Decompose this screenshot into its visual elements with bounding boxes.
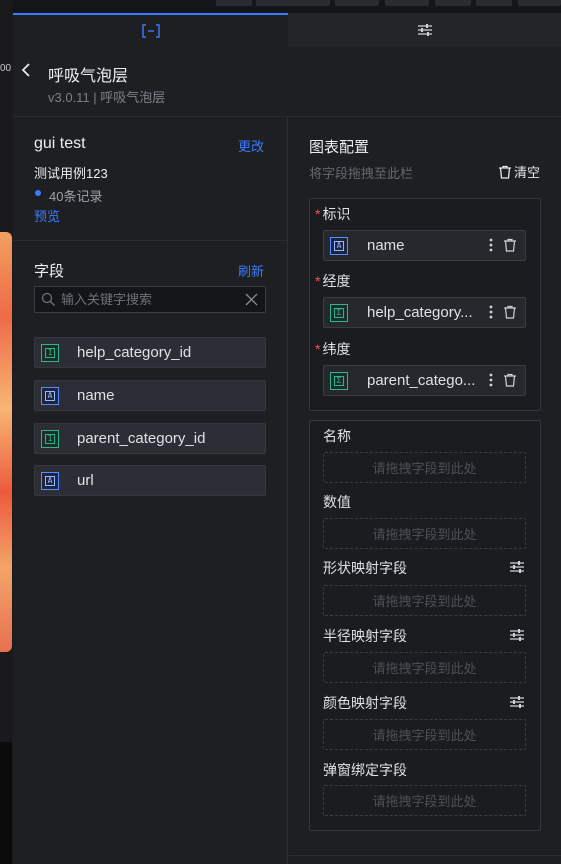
- filled-slot[interactable]: A name: [323, 230, 526, 261]
- settings-sliders-icon[interactable]: [509, 628, 525, 642]
- drop-zone[interactable]: 请拖拽字段到此处: [323, 785, 526, 816]
- canvas-preview-strip: 00: [0, 0, 13, 864]
- settings-sliders-icon[interactable]: [509, 695, 525, 709]
- sum-type-icon: Σ: [330, 372, 348, 390]
- dataset-name: gui test: [34, 135, 86, 152]
- field-item[interactable]: 1 parent_category_id: [34, 423, 266, 454]
- slot-label: * 纬度: [315, 339, 350, 359]
- fields-title: 字段: [34, 263, 65, 280]
- toolbar-button[interactable]: [518, 0, 561, 6]
- slot-label: 弹窗绑定字段: [323, 762, 407, 778]
- sum-type-icon: Σ: [330, 304, 348, 322]
- text-type-icon: A: [330, 237, 348, 255]
- filled-slot[interactable]: Σ parent_catego...: [323, 365, 526, 396]
- dataset-test-case: 测试用例123: [34, 166, 108, 181]
- field-name: url: [77, 472, 94, 489]
- drop-zone[interactable]: 请拖拽字段到此处: [323, 585, 526, 616]
- drop-zone[interactable]: 请拖拽字段到此处: [323, 518, 526, 549]
- tab-data[interactable]: [13, 13, 288, 47]
- toolbar-button[interactable]: [216, 0, 252, 6]
- toolbar-button[interactable]: [476, 0, 512, 6]
- filled-slot[interactable]: Σ help_category...: [323, 297, 526, 328]
- clear-config-button[interactable]: 清空: [498, 162, 540, 181]
- toolbar-button[interactable]: [335, 0, 379, 6]
- panel-tabs: [13, 13, 561, 47]
- toolbar-button[interactable]: [385, 0, 429, 6]
- clear-label: 清空: [514, 165, 541, 180]
- field-name: parent_category_id: [77, 430, 206, 447]
- slot-label: 颜色映射字段: [323, 695, 407, 711]
- slot-label: 半径映射字段: [323, 628, 407, 644]
- drop-zone[interactable]: 请拖拽字段到此处: [323, 452, 526, 483]
- field-item[interactable]: A url: [34, 465, 266, 496]
- slot-label: * 标识: [315, 204, 350, 224]
- slot-label-text: 纬度: [322, 341, 351, 357]
- toolbar-button[interactable]: [256, 0, 330, 6]
- refresh-fields-link[interactable]: 刷新: [238, 261, 264, 280]
- field-item[interactable]: A name: [34, 380, 266, 411]
- more-vertical-icon[interactable]: [486, 372, 496, 388]
- dataset-divider: [13, 240, 288, 241]
- slot-label: 形状映射字段: [323, 560, 407, 576]
- drop-zone[interactable]: 请拖拽字段到此处: [323, 719, 526, 750]
- more-vertical-icon[interactable]: [486, 304, 496, 320]
- canvas-label: 00: [0, 63, 12, 74]
- slot-label-text: 经度: [322, 273, 351, 289]
- number-type-icon: 1: [41, 344, 59, 362]
- slot-field-name: parent_catego...: [367, 372, 476, 389]
- trash-icon: [499, 165, 511, 179]
- slot-field-name: help_category...: [367, 304, 473, 321]
- preview-link[interactable]: 预览: [34, 206, 60, 225]
- search-input[interactable]: [61, 287, 251, 312]
- field-item[interactable]: 1 help_category_id: [34, 337, 266, 368]
- more-vertical-icon[interactable]: [486, 237, 496, 253]
- change-dataset-link[interactable]: 更改: [238, 136, 264, 155]
- text-type-icon: A: [41, 472, 59, 490]
- text-type-icon: A: [41, 387, 59, 405]
- number-type-icon: 1: [41, 430, 59, 448]
- bracket-icon: [141, 24, 160, 38]
- drop-zone[interactable]: 请拖拽字段到此处: [323, 652, 526, 683]
- required-star: *: [315, 273, 321, 289]
- clear-search-icon[interactable]: [244, 292, 259, 307]
- sliders-icon: [417, 24, 432, 36]
- back-button[interactable]: [20, 62, 36, 82]
- field-name: name: [77, 387, 115, 404]
- bottom-divider: [289, 855, 561, 856]
- trash-icon[interactable]: [503, 304, 517, 320]
- status-dot-icon: [35, 190, 41, 196]
- component-title: 呼吸气泡层: [48, 68, 129, 85]
- required-star: *: [315, 341, 321, 357]
- trash-icon[interactable]: [503, 237, 517, 253]
- field-search: [34, 286, 266, 313]
- chart-config-title: 图表配置: [309, 139, 370, 156]
- chevron-left-icon: [21, 63, 30, 77]
- slot-label: * 经度: [315, 271, 350, 291]
- trash-icon[interactable]: [503, 372, 517, 388]
- settings-sliders-icon[interactable]: [509, 560, 525, 574]
- top-toolbar: [13, 0, 561, 13]
- required-star: *: [315, 206, 321, 222]
- record-count: 40条记录: [49, 189, 103, 204]
- toolbar-button[interactable]: [435, 0, 471, 6]
- drag-hint: 将字段拖拽至此栏: [309, 166, 414, 181]
- map-preview: [0, 232, 12, 652]
- slot-label: 数值: [323, 494, 351, 510]
- canvas-dark-area: [0, 742, 12, 864]
- slot-label-text: 标识: [322, 206, 351, 222]
- search-icon: [41, 292, 55, 306]
- slot-field-name: name: [367, 237, 405, 254]
- component-version: v3.0.11 | 呼吸气泡层: [48, 90, 166, 105]
- slot-label: 名称: [323, 428, 351, 444]
- tab-style[interactable]: [288, 13, 561, 47]
- field-name: help_category_id: [77, 344, 192, 361]
